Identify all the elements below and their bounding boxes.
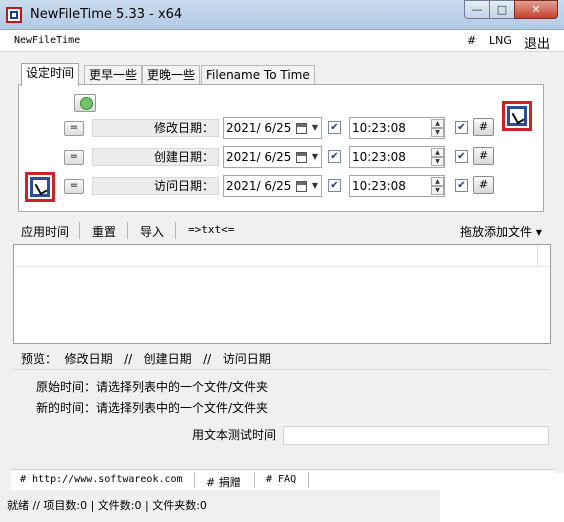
menu-exit[interactable]: 退出 [524, 33, 550, 52]
window-title: NewFileTime 5.33 - x64 [30, 7, 183, 22]
modify-hash-button[interactable]: # [473, 118, 494, 136]
tab-set-time[interactable]: 设定时间 [21, 63, 80, 86]
chevron-down-icon[interactable]: ▼ [312, 118, 318, 138]
faq-link[interactable]: # FAQ [266, 474, 296, 485]
access-time-input[interactable]: 10:23:08 ▲ ▼ [349, 175, 445, 197]
action-toolbar: 应用时间 重置 导入 =>txt<= 拖放添加文件 ▾ [0, 220, 564, 242]
divider [127, 222, 128, 239]
close-button[interactable]: ✕ [514, 0, 558, 19]
preview-create: 创建日期 [143, 352, 192, 366]
spin-down-icon[interactable]: ▼ [431, 186, 444, 195]
create-time-checkbox[interactable]: ✔ [455, 150, 468, 163]
create-time-input[interactable]: 10:23:08 ▲ ▼ [349, 146, 445, 168]
spin-up-icon[interactable]: ▲ [431, 119, 444, 128]
time-value: 10:23:08 [352, 121, 406, 135]
access-date-picker[interactable]: 2021/ 6/25 ▼ [223, 175, 322, 197]
chevron-down-icon[interactable]: ▼ [312, 147, 318, 167]
donate-link[interactable]: # 捐赠 [206, 474, 241, 490]
file-list[interactable] [13, 244, 551, 344]
modify-time-input[interactable]: 10:23:08 ▲ ▼ [349, 117, 445, 139]
access-date-row: = 访问日期： 2021/ 6/25 ▼ ✔ 10:23:08 ▲ ▼ ✔ # [0, 175, 564, 199]
calendar-icon[interactable] [296, 152, 307, 163]
spin-down-icon[interactable]: ▼ [431, 128, 444, 137]
maximize-button[interactable]: □ [489, 0, 515, 19]
access-hash-button[interactable]: # [473, 176, 494, 194]
test-time-input[interactable] [283, 426, 549, 445]
date-value: 2021/ 6/25 [226, 179, 292, 193]
original-time-info: 原始时间：请选择列表中的一个文件/文件夹 [36, 380, 269, 394]
menu-hash[interactable]: # [467, 34, 476, 47]
divider [308, 472, 309, 488]
menu-language[interactable]: LNG [489, 34, 512, 47]
modify-time-checkbox[interactable]: ✔ [455, 121, 468, 134]
spin-down-icon[interactable]: ▼ [431, 157, 444, 166]
website-link[interactable]: # http://www.softwareok.com [20, 474, 183, 485]
time-value: 10:23:08 [352, 150, 406, 164]
spin-up-icon[interactable]: ▲ [431, 177, 444, 186]
equal-button[interactable]: = [64, 179, 84, 194]
modify-date-label: 修改日期： [92, 119, 219, 137]
time-value: 10:23:08 [352, 179, 406, 193]
apply-time-button[interactable]: 应用时间 [21, 223, 69, 240]
tab-earlier[interactable]: 更早一些 [84, 65, 143, 85]
divider [79, 222, 80, 239]
divider [13, 369, 550, 370]
preview-modify: 修改日期 [64, 352, 113, 366]
modify-date-row: = 修改日期： 2021/ 6/25 ▼ ✔ 10:23:08 ▲ ▼ ✔ # [0, 117, 564, 141]
test-time-label: 用文本测试时间 [192, 428, 277, 442]
current-time-button[interactable] [74, 94, 96, 112]
divider [194, 472, 195, 488]
preview-access: 访问日期 [222, 352, 271, 366]
export-txt-button[interactable]: =>txt<= [188, 223, 234, 236]
column-divider[interactable] [537, 245, 538, 267]
preview-sep: // [124, 352, 133, 366]
preview-line: 预览： 修改日期 // 创建日期 // 访问日期 [21, 350, 271, 367]
calendar-icon[interactable] [296, 123, 307, 134]
menu-bar: NewFileTime # LNG 退出 [0, 30, 564, 52]
equal-button[interactable]: = [64, 150, 84, 165]
create-hash-button[interactable]: # [473, 147, 494, 165]
access-date-label: 访问日期： [92, 177, 219, 195]
equal-button[interactable]: = [64, 121, 84, 136]
title-bar[interactable]: NewFileTime 5.33 - x64 — □ ✕ [0, 0, 564, 30]
menu-app-name[interactable]: NewFileTime [14, 35, 80, 46]
modify-date-picker[interactable]: 2021/ 6/25 ▼ [223, 117, 322, 139]
create-date-picker[interactable]: 2021/ 6/25 ▼ [223, 146, 322, 168]
minimize-button[interactable]: — [464, 0, 490, 19]
list-header[interactable] [14, 245, 550, 267]
preview-sep: // [203, 352, 212, 366]
new-time-info: 新的时间：请选择列表中的一个文件/文件夹 [36, 401, 269, 415]
status-blank-area [440, 473, 564, 522]
chevron-down-icon[interactable]: ▼ [312, 176, 318, 196]
tab-filename-to-time[interactable]: Filename To Time [201, 65, 315, 85]
import-button[interactable]: 导入 [140, 223, 164, 240]
tab-later[interactable]: 更晚一些 [142, 65, 201, 85]
window-controls: — □ ✕ [464, 0, 558, 20]
access-time-checkbox[interactable]: ✔ [455, 179, 468, 192]
status-text: 就绪 // 项目数:0 | 文件数:0 | 文件夹数:0 [7, 499, 207, 512]
access-date-checkbox[interactable]: ✔ [328, 179, 341, 192]
date-value: 2021/ 6/25 [226, 150, 292, 164]
drag-add-files-dropdown[interactable]: 拖放添加文件 ▾ [460, 223, 542, 240]
app-icon [6, 7, 22, 23]
create-date-checkbox[interactable]: ✔ [328, 150, 341, 163]
date-value: 2021/ 6/25 [226, 121, 292, 135]
spin-up-icon[interactable]: ▲ [431, 148, 444, 157]
create-date-row: = 创建日期： 2021/ 6/25 ▼ ✔ 10:23:08 ▲ ▼ ✔ # [0, 146, 564, 170]
divider [175, 222, 176, 239]
create-date-label: 创建日期： [92, 148, 219, 166]
calendar-icon[interactable] [296, 181, 307, 192]
modify-date-checkbox[interactable]: ✔ [328, 121, 341, 134]
divider [254, 472, 255, 488]
reset-button[interactable]: 重置 [92, 223, 116, 240]
preview-label: 预览： [21, 352, 58, 366]
